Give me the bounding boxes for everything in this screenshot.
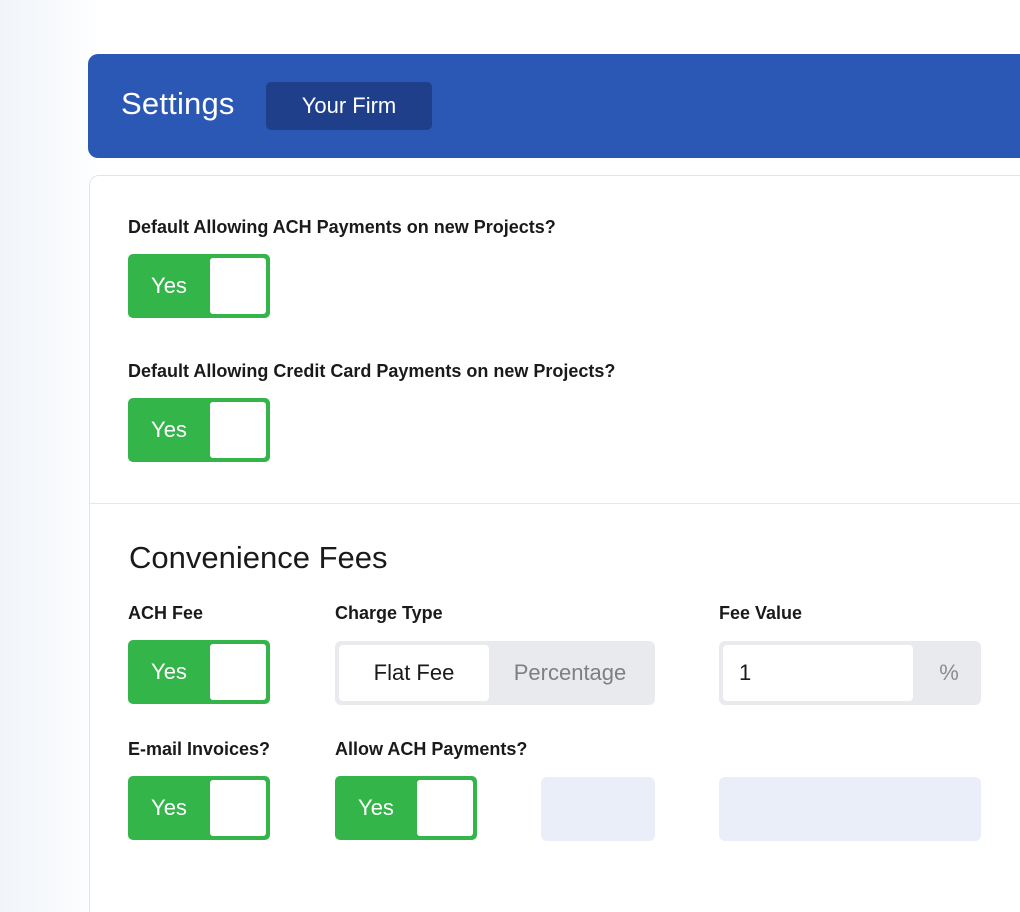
toggle-knob <box>417 780 473 836</box>
allow-ach-label: Allow ACH Payments? <box>335 739 528 759</box>
fee-value-input[interactable] <box>723 645 913 701</box>
cc-default-label: Default Allowing Credit Card Payments on… <box>128 361 616 381</box>
toggle-label: Yes <box>151 659 187 684</box>
settings-header: Settings Your Firm <box>88 54 1020 158</box>
ach-fee-label: ACH Fee <box>128 603 204 623</box>
toggle-knob <box>210 780 266 836</box>
toggle-label: Yes <box>151 795 187 820</box>
placeholder-block <box>719 777 981 841</box>
toggle-label: Yes <box>151 417 187 442</box>
section-divider <box>90 503 1020 504</box>
fee-value-label: Fee Value <box>719 603 803 623</box>
ach-fee-toggle[interactable]: Yes <box>128 640 270 704</box>
charge-type-segmented-control: Flat Fee Percentage <box>335 641 655 705</box>
cc-default-toggle[interactable]: Yes <box>128 398 270 462</box>
charge-type-percentage[interactable]: Percentage <box>489 645 651 701</box>
placeholder-block <box>541 777 655 841</box>
toggle-knob <box>210 644 266 700</box>
charge-type-flat-fee[interactable]: Flat Fee <box>339 645 489 701</box>
allow-ach-toggle[interactable]: Yes <box>335 776 477 840</box>
toggle-knob <box>210 258 266 314</box>
convenience-fees-title: Convenience Fees <box>129 540 388 575</box>
charge-type-label: Charge Type <box>335 603 443 623</box>
toggle-knob <box>210 402 266 458</box>
email-invoices-toggle[interactable]: Yes <box>128 776 270 840</box>
toggle-label: Yes <box>151 273 187 298</box>
email-invoices-label: E-mail Invoices? <box>128 739 271 759</box>
tab-your-firm[interactable]: Your Firm <box>266 82 432 130</box>
settings-panel: Default Allowing ACH Payments on new Pro… <box>89 175 1020 912</box>
ach-default-toggle[interactable]: Yes <box>128 254 270 318</box>
fee-unit-addon: % <box>939 660 959 685</box>
page-title: Settings <box>121 86 235 121</box>
fee-value-group: % <box>719 641 981 705</box>
toggle-label: Yes <box>358 795 394 820</box>
ach-default-label: Default Allowing ACH Payments on new Pro… <box>128 217 556 237</box>
